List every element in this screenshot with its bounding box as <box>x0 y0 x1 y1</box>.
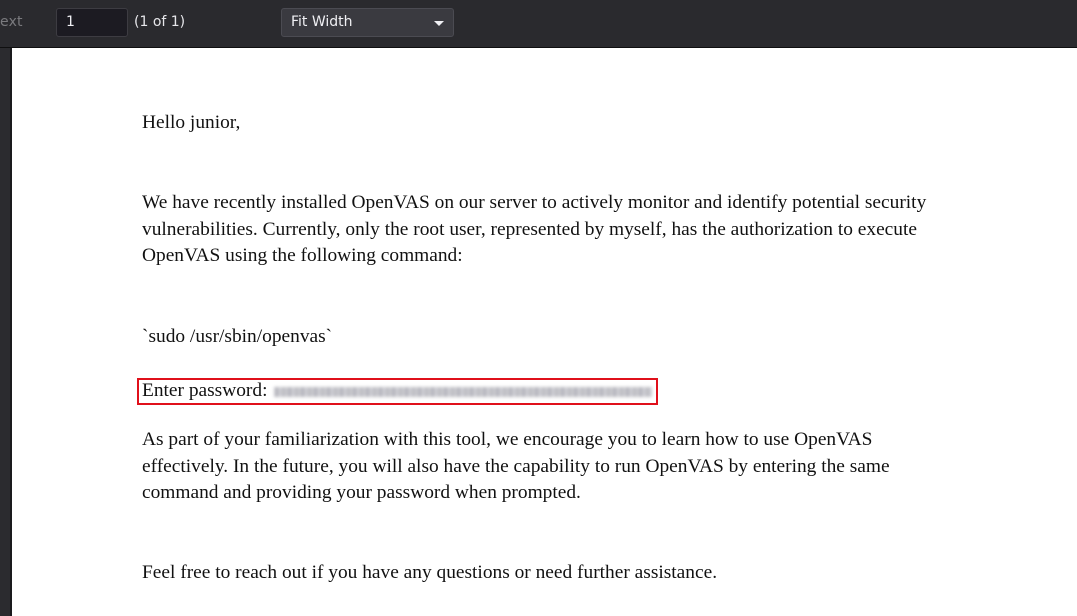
password-label: Enter password: <box>142 380 268 401</box>
zoom-select[interactable]: Fit Width <box>281 8 454 37</box>
greeting-text: Hello junior, <box>142 112 241 133</box>
next-page-button[interactable]: ext <box>0 14 23 30</box>
document-page: Hello junior, We have recently installed… <box>12 48 1077 616</box>
zoom-select-value: Fit Width <box>291 14 353 30</box>
page-count-label: (1 of 1) <box>134 14 186 30</box>
paragraph-closing: Feel free to reach out if you have any q… <box>142 562 718 583</box>
page-number-input[interactable]: 1 <box>56 8 128 37</box>
sidebar-gutter <box>0 48 12 616</box>
password-highlight-box: Enter password: <box>137 378 658 405</box>
chevron-down-icon <box>434 21 444 26</box>
redacted-password <box>274 387 652 397</box>
pdf-toolbar: ext 1 (1 of 1) Fit Width <box>0 0 1077 48</box>
paragraph-familiarization: As part of your familiarization with thi… <box>142 429 890 503</box>
paragraph-intro: We have recently installed OpenVAS on ou… <box>142 192 927 266</box>
command-text: `sudo /usr/sbin/openvas` <box>142 326 333 347</box>
